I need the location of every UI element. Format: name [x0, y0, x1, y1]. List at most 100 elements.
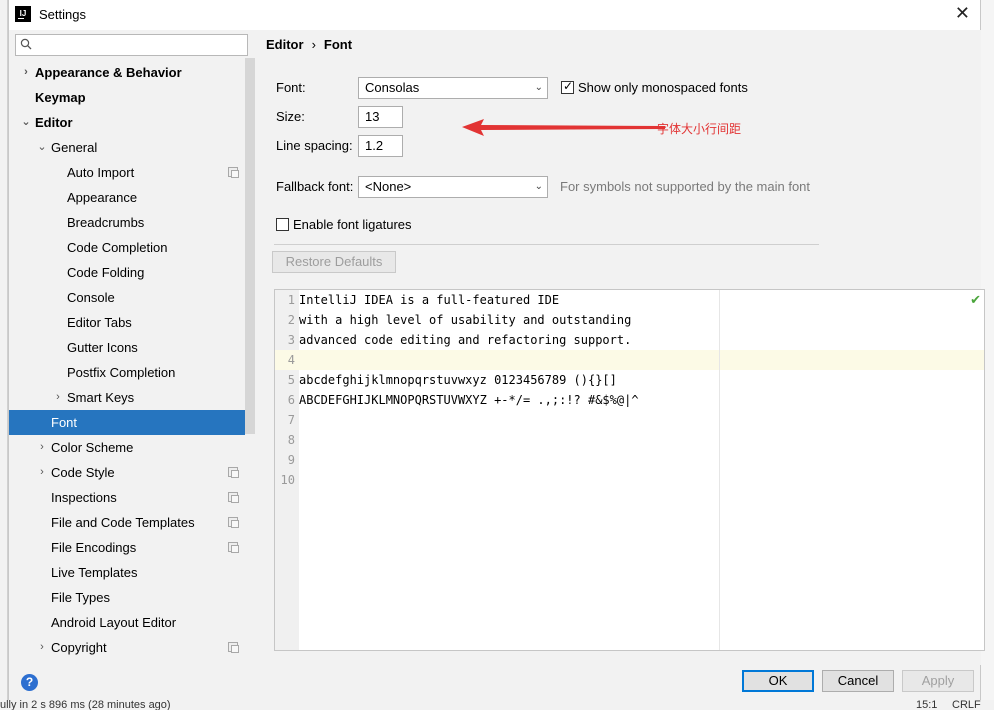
size-input[interactable]: 13 [358, 106, 403, 128]
chevron-right-icon[interactable]: › [37, 460, 47, 485]
sidebar-item-console[interactable]: Console [9, 285, 245, 310]
sidebar-item-appearance-behavior[interactable]: › Appearance & Behavior [9, 60, 245, 85]
sidebar-item-label: Code Folding [67, 265, 145, 280]
search-icon [20, 38, 32, 50]
line-number: 10 [280, 473, 295, 487]
sidebar-item-color-scheme[interactable]: › Color Scheme [9, 435, 245, 460]
sidebar-item-live-templates[interactable]: Live Templates [9, 560, 245, 585]
chevron-down-icon[interactable]: ⌄ [37, 135, 47, 160]
line-spacing-label: Line spacing: [276, 138, 353, 153]
sidebar-item-appearance[interactable]: Appearance [9, 185, 245, 210]
sidebar-item-label: Appearance & Behavior [35, 65, 182, 80]
chevron-right-icon[interactable]: › [37, 635, 47, 660]
preview-line: 5 abcdefghijklmnopqrstuvwxyz 0123456789 (… [275, 370, 984, 390]
sidebar-item-editor-tabs[interactable]: Editor Tabs [9, 310, 245, 335]
chevron-down-icon[interactable]: ⌄ [21, 110, 31, 135]
sidebar-item-android-layout-editor[interactable]: Android Layout Editor [9, 610, 245, 635]
chevron-down-icon: ⌄ [534, 82, 543, 93]
sidebar-item-inspections[interactable]: Inspections [9, 485, 245, 510]
apply-button[interactable]: Apply [902, 670, 974, 692]
sidebar-item-code-folding[interactable]: Code Folding [9, 260, 245, 285]
font-label: Font: [276, 80, 306, 95]
section-divider [274, 244, 819, 245]
sidebar-item-label: Editor Tabs [67, 315, 132, 330]
ligatures-checkbox[interactable] [276, 218, 289, 231]
project-scope-icon [228, 542, 239, 553]
sidebar-item-label: Font [51, 415, 78, 430]
close-icon[interactable]: ✕ [955, 3, 970, 24]
sidebar-item-general[interactable]: ⌄ General [9, 135, 245, 160]
help-icon[interactable]: ? [21, 674, 38, 691]
project-scope-icon [228, 642, 239, 653]
chevron-down-icon: ⌄ [534, 181, 543, 192]
window-title: Settings [39, 7, 86, 22]
fallback-font-label: Fallback font: [276, 179, 354, 194]
chevron-right-icon[interactable]: › [21, 60, 31, 85]
font-preview-editor[interactable]: 1 IntelliJ IDEA is a full-featured IDE 2 wi… [274, 289, 985, 651]
settings-tree: › Appearance & Behavior Keymap ⌄ Editor ⌄ Gene… [9, 60, 245, 660]
line-number: 4 [287, 353, 295, 367]
ok-button[interactable]: OK [742, 670, 814, 692]
sidebar-item-label: Editor [35, 115, 73, 130]
sidebar-item-font[interactable]: Font [9, 410, 245, 435]
sidebar-item-auto-import[interactable]: Auto Import [9, 160, 245, 185]
font-combobox[interactable]: Consolas ⌄ [358, 77, 548, 99]
search-input[interactable] [15, 34, 248, 56]
sidebar-item-code-style[interactable]: › Code Style [9, 460, 245, 485]
sidebar-item-label: File Encodings [51, 540, 137, 555]
preview-code-text: abcdefghijklmnopqrstuvwxyz 0123456789 ()… [299, 373, 617, 387]
dialog-button-bar: ? OK Cancel Apply [9, 665, 980, 700]
sidebar-item-smart-keys[interactable]: › Smart Keys [9, 385, 245, 410]
settings-dialog: IJ Settings ✕ › Appearance & Behavior Keym… [8, 0, 985, 700]
restore-defaults-button[interactable]: Restore Defaults [272, 251, 396, 273]
preview-line: 6 ABCDEFGHIJKLMNOPQRSTUVWXYZ +-*/= .,;:!?… [275, 390, 984, 410]
sidebar-scrollbar[interactable] [245, 58, 255, 434]
preview-line: 10 [275, 470, 984, 490]
sidebar-item-keymap[interactable]: Keymap [9, 85, 245, 110]
sidebar-item-label: Console [67, 290, 115, 305]
sidebar-item-copyright[interactable]: › Copyright [9, 635, 245, 660]
project-scope-icon [228, 517, 239, 528]
sidebar-item-file-encodings[interactable]: File Encodings [9, 535, 245, 560]
sidebar-item-editor[interactable]: ⌄ Editor [9, 110, 245, 135]
annotation-arrow [462, 119, 665, 136]
project-scope-icon [228, 467, 239, 478]
sidebar-item-code-completion[interactable]: Code Completion [9, 235, 245, 260]
chevron-right-icon[interactable]: › [37, 435, 47, 460]
line-spacing-input[interactable]: 1.2 [358, 135, 403, 157]
sidebar-item-label: Postfix Completion [67, 365, 176, 380]
preview-line: 2 with a high level of usability and outs… [275, 310, 984, 330]
sidebar-item-breadcrumbs[interactable]: Breadcrumbs [9, 210, 245, 235]
sidebar-item-label: Auto Import [67, 165, 135, 180]
ligatures-checkbox-label[interactable]: Enable font ligatures [293, 217, 412, 232]
sidebar-item-file-and-code-templates[interactable]: File and Code Templates [9, 510, 245, 535]
preview-code-text: advanced code editing and refactoring su… [299, 333, 632, 347]
monospaced-checkbox-label[interactable]: Show only monospaced fonts [578, 80, 748, 95]
chevron-right-icon[interactable]: › [53, 385, 63, 410]
sidebar-item-label: File Types [51, 590, 111, 605]
sidebar-item-label: Keymap [35, 90, 86, 105]
sidebar-item-label: Live Templates [51, 565, 138, 580]
line-number: 8 [287, 433, 295, 447]
line-number: 3 [287, 333, 295, 347]
fallback-font-value: <None> [365, 179, 412, 194]
sidebar-item-label: General [51, 140, 98, 155]
sidebar-item-label: Gutter Icons [67, 340, 138, 355]
cancel-button[interactable]: Cancel [822, 670, 894, 692]
sidebar-item-postfix-completion[interactable]: Postfix Completion [9, 360, 245, 385]
sidebar-item-file-types[interactable]: File Types [9, 585, 245, 610]
line-number: 5 [287, 373, 295, 387]
breadcrumb-parent[interactable]: Editor [266, 37, 304, 52]
monospaced-checkbox[interactable] [561, 79, 574, 94]
background-ide-left [0, 0, 8, 710]
intellij-app-icon: IJ [15, 6, 31, 22]
background-ide-statusbar: ully in 2 s 896 ms (28 minutes ago) 15:1… [0, 699, 994, 710]
preview-code-text: with a high level of usability and outst… [299, 313, 632, 327]
fallback-font-combobox[interactable]: <None> ⌄ [358, 176, 548, 198]
preview-line: 8 [275, 430, 984, 450]
preview-line: 4 [275, 350, 984, 370]
annotation-text: 字体大小行间距 [657, 122, 742, 136]
sidebar-item-label: File and Code Templates [51, 515, 195, 530]
project-scope-icon [228, 167, 239, 178]
sidebar-item-gutter-icons[interactable]: Gutter Icons [9, 335, 245, 360]
